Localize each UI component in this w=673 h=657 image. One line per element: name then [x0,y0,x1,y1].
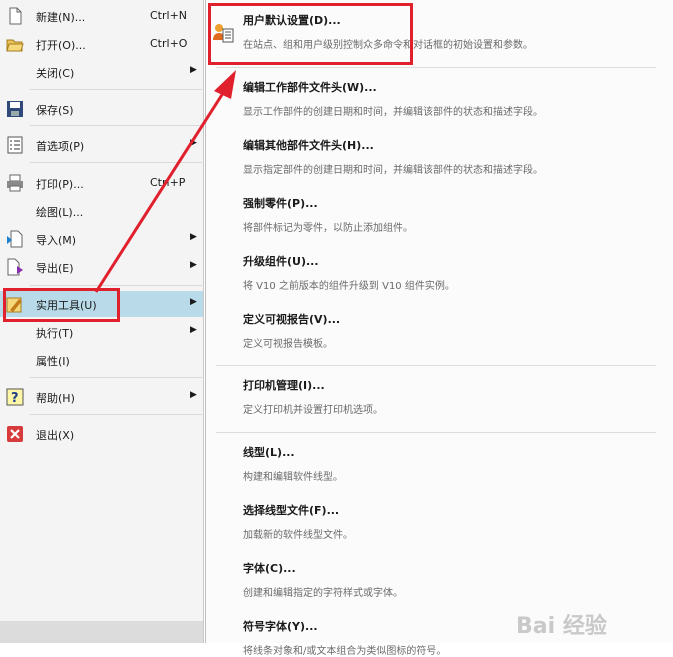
annotation-arrow [94,70,236,293]
watermark: Bai 经验 [516,614,607,639]
